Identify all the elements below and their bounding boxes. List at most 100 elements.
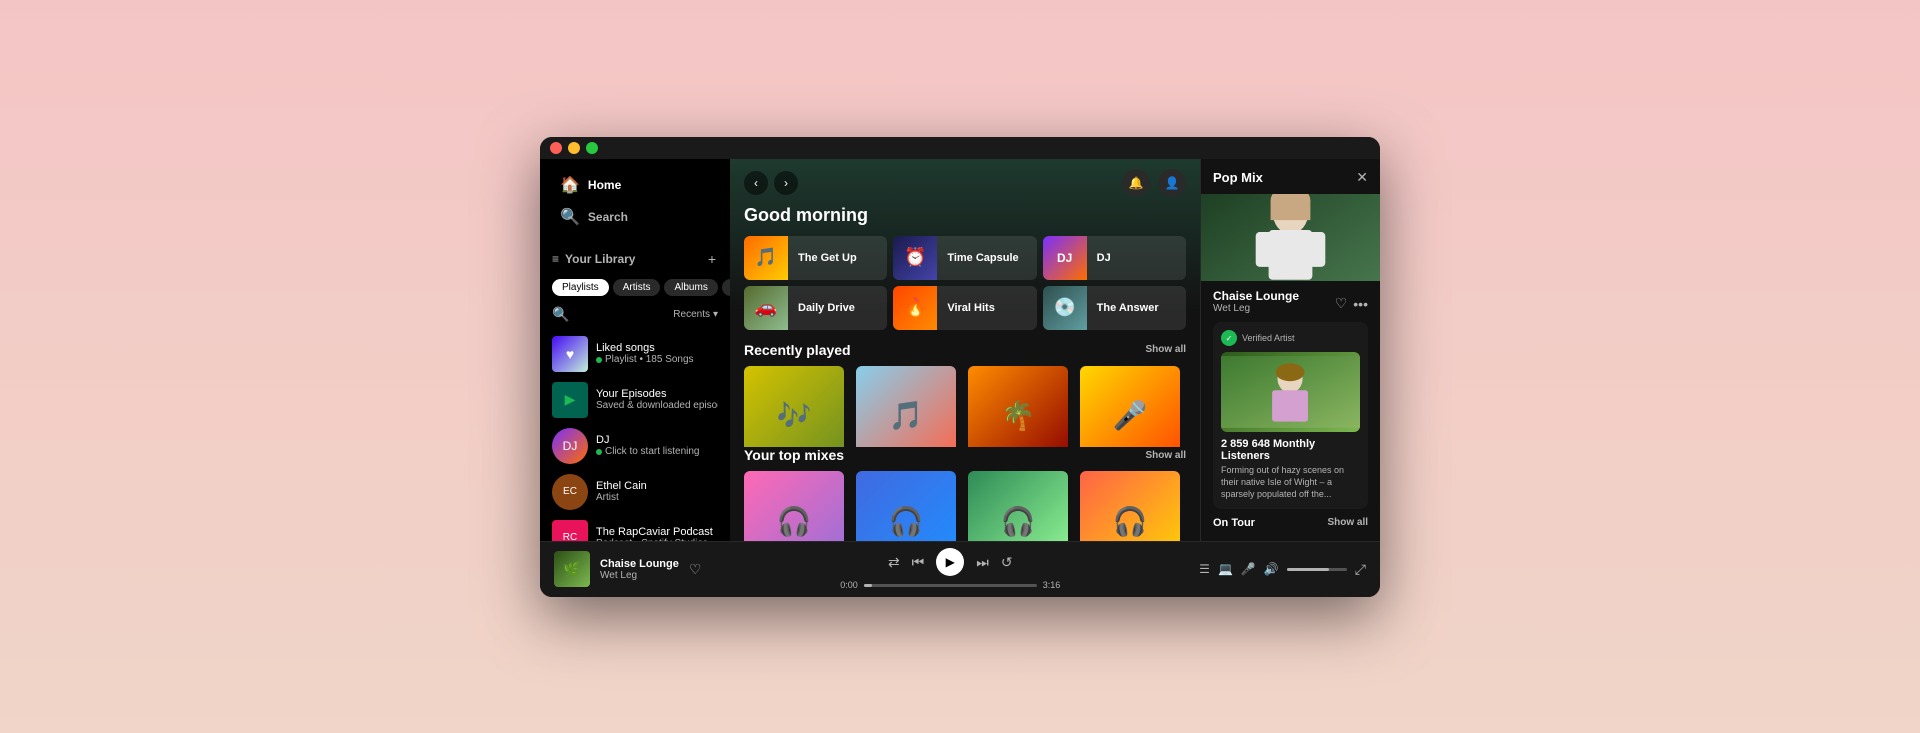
ethel-thumb: EC (552, 474, 588, 510)
queue-button[interactable]: ☰ (1199, 562, 1210, 576)
ethel-icon: EC (563, 486, 577, 497)
add-library-button[interactable]: + (706, 249, 718, 269)
dailydrive-thumb: 🚗 (744, 286, 788, 330)
nav-search-label: Search (588, 210, 628, 224)
library-item-ethel[interactable]: EC Ethel Cain Artist (540, 469, 730, 515)
previous-button[interactable]: ⏮ (912, 554, 925, 571)
back-button[interactable]: ‹ (744, 171, 768, 195)
fullscreen-button[interactable]: ⤢ (1355, 561, 1366, 578)
right-panel: Pop Mix ✕ (1200, 159, 1380, 541)
artist-photo[interactable] (1221, 352, 1360, 432)
forward-button[interactable]: › (774, 171, 798, 195)
shuffle-button[interactable]: ⇄ (888, 554, 900, 571)
recents-label: Recents (673, 309, 710, 320)
quick-item-timecapsule[interactable]: ⏰ Time Capsule (893, 236, 1036, 280)
artist-photo-svg (1221, 352, 1360, 432)
breakaway-play-icon: ▶ (922, 432, 950, 448)
heart-icon: ♥ (566, 346, 574, 362)
play-pause-button[interactable]: ▶ (936, 548, 964, 576)
card-mix2[interactable]: 🎧 ▶ (856, 471, 956, 526)
artist-hero: WETLEG (1201, 194, 1380, 282)
next-button[interactable]: ⏭ (976, 554, 989, 571)
getup-thumb: 🎵 (744, 236, 788, 280)
timecapsule-thumb: ⏰ (893, 236, 937, 280)
filter-tab-podcasts[interactable]: Podcasts (722, 279, 730, 296)
staycation-play-icon: ▶ (1034, 432, 1062, 448)
like-track-button[interactable]: ♡ (1335, 295, 1348, 312)
library-items: ♥ Liked songs Playlist • 185 Songs (540, 327, 730, 541)
recents-button[interactable]: Recents ▾ (673, 309, 718, 320)
pickup-play-icon: ▶ (1146, 432, 1174, 448)
recently-played-cards: 🎶 ▶ Electric Feeling Decora 🎵 ▶ (730, 366, 1200, 448)
card-breakaway[interactable]: 🎵 ▶ Breakaway Glassio (856, 366, 956, 434)
library-icon: ≡ (552, 252, 559, 266)
close-dot[interactable] (550, 142, 562, 154)
nav-home[interactable]: 🏠 Home (552, 169, 718, 201)
player-buttons: ⇄ ⏮ ▶ ⏭ ↺ (888, 548, 1013, 576)
monthly-listeners: 2 859 648 Monthly Listeners (1221, 438, 1360, 462)
profile-button[interactable]: 👤 (1158, 169, 1186, 197)
dj-name: DJ (596, 434, 718, 446)
top-mixes-show-all[interactable]: Show all (1145, 450, 1186, 461)
quick-item-getup[interactable]: 🎵 The Get Up (744, 236, 887, 280)
player-progress: 0:00 3:16 (840, 580, 1060, 590)
title-bar (540, 137, 1380, 159)
player-like-button[interactable]: ♡ (689, 561, 702, 578)
panel-close-button[interactable]: ✕ (1356, 169, 1368, 186)
episodes-icon: ▶ (565, 391, 576, 408)
card-electric[interactable]: 🎶 ▶ Electric Feeling Decora (744, 366, 844, 434)
lyrics-button[interactable]: 🎤 (1241, 562, 1256, 576)
artist-hero-image: WETLEG (1201, 194, 1380, 282)
pickup-thumb-wrap: 🎤 ▶ (1080, 366, 1180, 448)
minimize-dot[interactable] (568, 142, 580, 154)
notifications-button[interactable]: 🔔 (1122, 169, 1150, 197)
player-album-thumb: 🌿 (554, 551, 590, 587)
liked-songs-info: Liked songs Playlist • 185 Songs (596, 342, 718, 365)
artist-description: Forming out of hazy scenes on their nati… (1221, 465, 1360, 500)
quick-item-viralhits[interactable]: 🔥 Viral Hits (893, 286, 1036, 330)
recently-played-show-all[interactable]: Show all (1145, 344, 1186, 355)
library-item-episodes[interactable]: ▶ Your Episodes Saved & downloaded episo… (540, 377, 730, 423)
card-mix1[interactable]: 🎧 ▶ (744, 471, 844, 526)
progress-bar[interactable] (864, 584, 1037, 587)
rapcaviar-thumb: RC (552, 520, 588, 541)
volume-bar[interactable] (1287, 568, 1347, 571)
recently-played-header: Recently played Show all (730, 342, 1200, 366)
electric-thumb-wrap: 🎶 ▶ (744, 366, 844, 448)
card-mix3[interactable]: 🎧 ▶ (968, 471, 1068, 526)
library-search-icon[interactable]: 🔍 (552, 306, 569, 323)
panel-title: Pop Mix (1213, 170, 1263, 185)
on-tour-section: On Tour Show all (1201, 517, 1380, 541)
maximize-dot[interactable] (586, 142, 598, 154)
filter-tabs: Playlists Artists Albums Podcasts › (540, 275, 730, 302)
svg-text:WETLEG: WETLEG (1211, 278, 1286, 281)
track-more-button[interactable]: ••• (1353, 295, 1368, 312)
dj-indicator (596, 449, 602, 455)
nav-search[interactable]: 🔍 Search (552, 201, 718, 233)
filter-tab-albums[interactable]: Albums (664, 279, 717, 296)
volume-button[interactable]: 🔊 (1264, 562, 1279, 576)
on-tour-show-all[interactable]: Show all (1327, 517, 1368, 528)
quick-item-dj-main[interactable]: DJ DJ (1043, 236, 1186, 280)
library-item-dj[interactable]: DJ DJ Click to start listening (540, 423, 730, 469)
filter-tab-playlists[interactable]: Playlists (552, 279, 609, 296)
card-staycation[interactable]: 🌴 ▶ Staycation Bbyis Freshly (968, 366, 1068, 434)
rapcaviar-icon: RC (563, 532, 577, 541)
card-pickup[interactable]: 🎤 ▶ Pick it ups Michael Minelli (1080, 366, 1180, 434)
devices-button[interactable]: 💻 (1218, 562, 1233, 576)
recently-played-title[interactable]: Recently played (744, 342, 851, 358)
player-artist: Wet Leg (600, 570, 679, 581)
library-title-btn[interactable]: ≡ Your Library (552, 252, 635, 266)
main-content: ‹ › 🔔 👤 Good morning 🎵 The Get Up ⏰ Time… (730, 159, 1200, 541)
library-item-rapcaviar[interactable]: RC The RapCaviar Podcast Podcast • Spoti… (540, 515, 730, 541)
top-mixes-title[interactable]: Your top mixes (744, 447, 844, 463)
filter-tab-artists[interactable]: Artists (613, 279, 661, 296)
card-mix4[interactable]: 🎧 ▶ (1080, 471, 1180, 526)
mix2-play-icon: ▶ (922, 537, 950, 540)
quick-item-answer[interactable]: 💿 The Answer (1043, 286, 1186, 330)
repeat-button[interactable]: ↺ (1001, 554, 1013, 571)
library-item-liked[interactable]: ♥ Liked songs Playlist • 185 Songs (540, 331, 730, 377)
quick-item-dailydrive[interactable]: 🚗 Daily Drive (744, 286, 887, 330)
nav-arrows: ‹ › (744, 171, 798, 195)
viralhits-thumb: 🔥 (893, 286, 937, 330)
